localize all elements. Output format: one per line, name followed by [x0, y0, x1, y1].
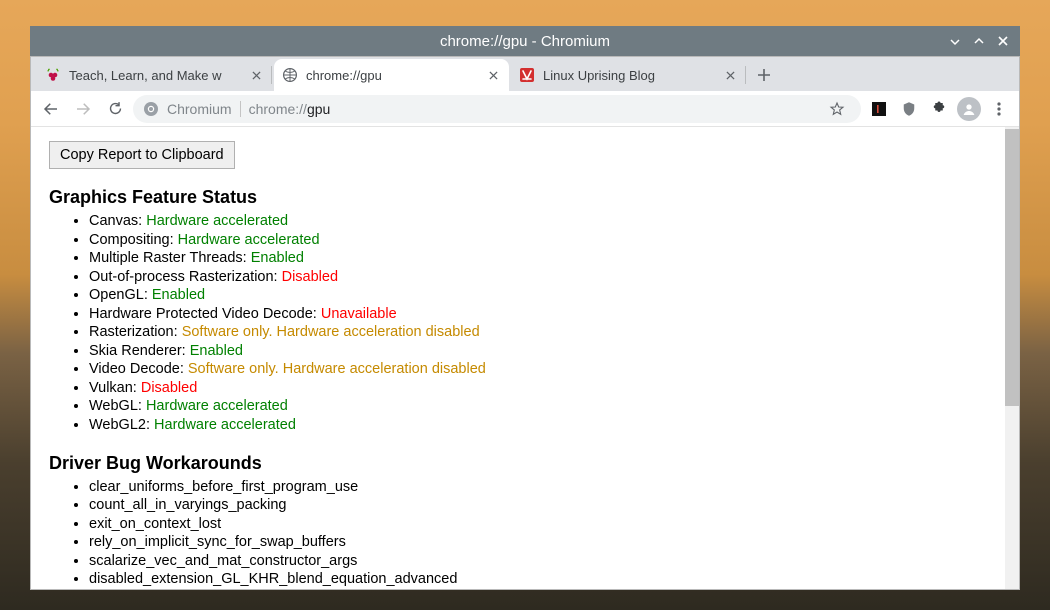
tab-close-button[interactable]	[248, 67, 264, 83]
feature-label: Out-of-process Rasterization:	[89, 269, 282, 285]
extensions-puzzle-icon[interactable]	[925, 95, 953, 123]
browser-toolbar: Chromium chrome://gpu	[31, 91, 1019, 127]
feature-value: Enabled	[190, 343, 243, 359]
avatar-icon	[957, 97, 981, 121]
extension-icon[interactable]	[865, 95, 893, 123]
window-title: chrome://gpu - Chromium	[440, 33, 610, 50]
tab-close-button[interactable]	[722, 67, 738, 83]
browser-window: Teach, Learn, and Make w chrome://gpu Li…	[30, 56, 1020, 590]
vertical-scrollbar[interactable]	[1005, 127, 1019, 589]
list-item: Vulkan: Disabled	[89, 379, 987, 398]
window-close-button[interactable]	[992, 30, 1014, 52]
feature-label: WebGL2:	[89, 417, 154, 433]
driver-bug-workarounds-heading: Driver Bug Workarounds	[49, 453, 987, 474]
list-item: scalarize_vec_and_mat_constructor_args	[89, 552, 987, 571]
site-favicon-icon	[519, 67, 535, 83]
feature-value: Software only. Hardware acceleration dis…	[182, 324, 480, 340]
window-controls	[944, 26, 1014, 56]
list-item: clear_uniforms_before_first_program_use	[89, 478, 987, 497]
list-item: exit_on_context_lost	[89, 515, 987, 534]
feature-value: Disabled	[141, 380, 197, 396]
feature-label: Rasterization:	[89, 324, 182, 340]
reload-button[interactable]	[101, 95, 129, 123]
list-item: Skia Renderer: Enabled	[89, 342, 987, 361]
feature-value: Hardware accelerated	[178, 232, 320, 248]
feature-label: Vulkan:	[89, 380, 141, 396]
copy-report-button[interactable]: Copy Report to Clipboard	[49, 141, 235, 169]
list-item: rely_on_implicit_sync_for_swap_buffers	[89, 533, 987, 552]
list-item: WebGL2: Hardware accelerated	[89, 416, 987, 435]
feature-value: Hardware accelerated	[154, 417, 296, 433]
list-item: Hardware Protected Video Decode: Unavail…	[89, 305, 987, 324]
list-item: disabled_extension_GL_KHR_blend_equation…	[89, 570, 987, 589]
list-item: Video Decode: Software only. Hardware ac…	[89, 360, 987, 379]
page-content: Copy Report to Clipboard Graphics Featur…	[31, 127, 1005, 589]
bookmark-star-icon[interactable]	[823, 95, 851, 123]
window-minimize-button[interactable]	[944, 30, 966, 52]
tab-title: Linux Uprising Blog	[543, 68, 722, 83]
scrollbar-thumb[interactable]	[1005, 129, 1019, 406]
feature-value: Disabled	[282, 269, 338, 285]
feature-value: Enabled	[251, 250, 304, 266]
list-item: Multiple Raster Threads: Enabled	[89, 249, 987, 268]
tab-strip: Teach, Learn, and Make w chrome://gpu Li…	[31, 57, 1019, 91]
raspberry-pi-icon	[45, 67, 61, 83]
list-item: Out-of-process Rasterization: Disabled	[89, 268, 987, 287]
toolbar-right-group	[865, 95, 1013, 123]
feature-label: Multiple Raster Threads:	[89, 250, 251, 266]
feature-label: WebGL:	[89, 398, 146, 414]
list-item: Canvas: Hardware accelerated	[89, 212, 987, 231]
chromium-icon	[143, 101, 159, 117]
tab-title: Teach, Learn, and Make w	[69, 68, 248, 83]
driver-workarounds-list: clear_uniforms_before_first_program_usec…	[49, 478, 987, 589]
list-item: Compositing: Hardware accelerated	[89, 231, 987, 250]
globe-icon	[282, 67, 298, 83]
tab-close-button[interactable]	[485, 67, 501, 83]
feature-label: Hardware Protected Video Decode:	[89, 306, 321, 322]
window-maximize-button[interactable]	[968, 30, 990, 52]
tab-teach[interactable]: Teach, Learn, and Make w	[37, 59, 272, 91]
address-bar[interactable]: Chromium chrome://gpu	[133, 95, 861, 123]
window-titlebar: chrome://gpu - Chromium	[30, 26, 1020, 56]
feature-label: OpenGL:	[89, 287, 152, 303]
url-scheme-label: Chromium	[167, 101, 232, 117]
feature-label: Canvas:	[89, 213, 146, 229]
list-item: Rasterization: Software only. Hardware a…	[89, 323, 987, 342]
browser-menu-button[interactable]	[985, 95, 1013, 123]
tab-gpu[interactable]: chrome://gpu	[274, 59, 509, 91]
extension-shield-icon[interactable]	[895, 95, 923, 123]
tab-linux-uprising[interactable]: Linux Uprising Blog	[511, 59, 746, 91]
feature-value: Unavailable	[321, 306, 397, 322]
feature-value: Enabled	[152, 287, 205, 303]
new-tab-button[interactable]	[750, 61, 778, 89]
tab-title: chrome://gpu	[306, 68, 485, 83]
list-item: OpenGL: Enabled	[89, 286, 987, 305]
list-item: count_all_in_varyings_packing	[89, 496, 987, 515]
profile-avatar-button[interactable]	[955, 95, 983, 123]
feature-value: Software only. Hardware acceleration dis…	[188, 361, 486, 377]
list-item: WebGL: Hardware accelerated	[89, 397, 987, 416]
feature-value: Hardware accelerated	[146, 398, 288, 414]
graphics-feature-status-heading: Graphics Feature Status	[49, 187, 987, 208]
feature-label: Skia Renderer:	[89, 343, 190, 359]
forward-button[interactable]	[69, 95, 97, 123]
feature-value: Hardware accelerated	[146, 213, 288, 229]
back-button[interactable]	[37, 95, 65, 123]
feature-label: Video Decode:	[89, 361, 188, 377]
url-text: chrome://gpu	[249, 101, 331, 117]
feature-label: Compositing:	[89, 232, 178, 248]
graphics-feature-list: Canvas: Hardware acceleratedCompositing:…	[49, 212, 987, 435]
url-divider	[240, 101, 241, 117]
